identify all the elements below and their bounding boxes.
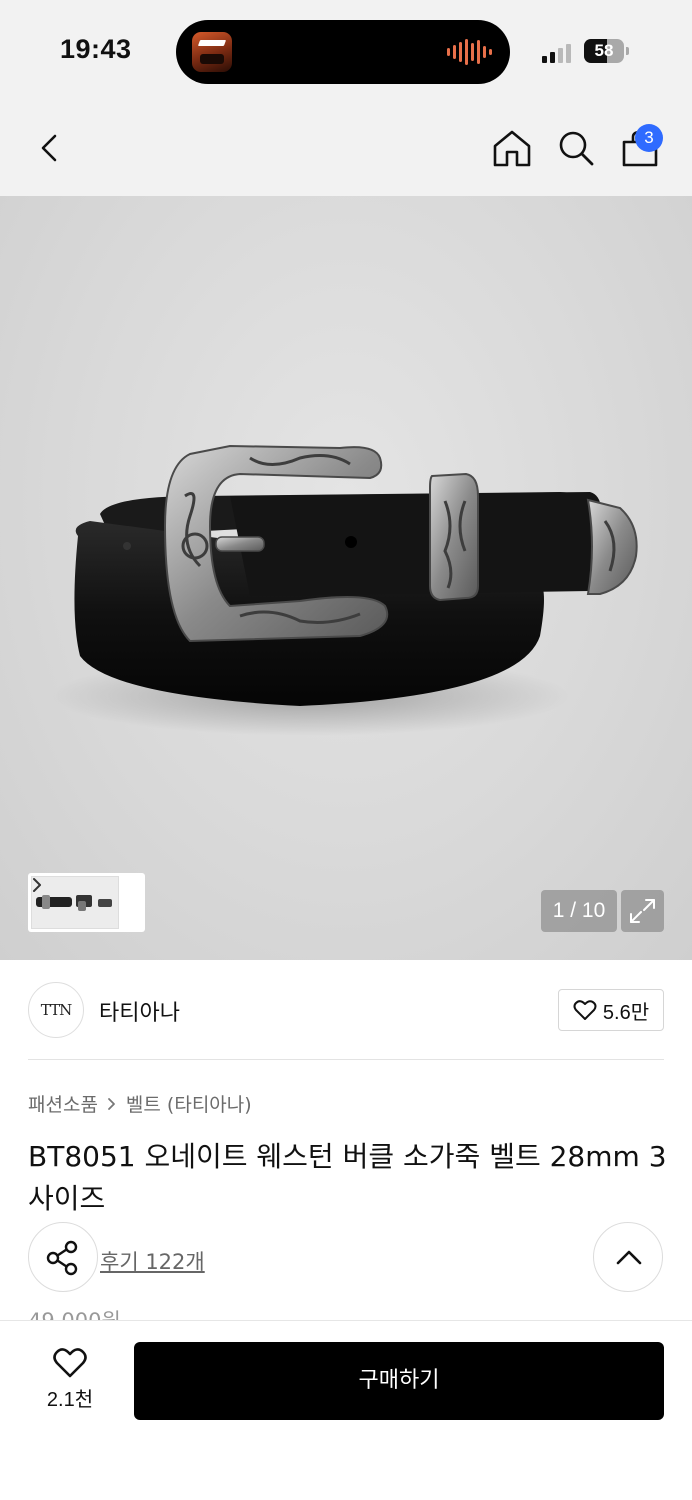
back-button[interactable]	[30, 128, 70, 168]
heart-outline-icon	[573, 1000, 597, 1020]
brand-row[interactable]: TTN 타티아나 5.6만	[0, 960, 692, 1060]
cellular-signal-icon	[542, 44, 571, 63]
brand-like-count: 5.6만	[602, 1001, 650, 1024]
bottom-action-bar: 2.1천 구매하기	[0, 1320, 692, 1500]
dynamic-island[interactable]	[176, 20, 510, 84]
share-icon	[46, 1240, 78, 1276]
scroll-top-button[interactable]	[593, 1222, 663, 1292]
cart-badge: 3	[635, 124, 663, 152]
brand-name[interactable]: 타티아나	[99, 995, 180, 1027]
expand-icon	[630, 899, 655, 923]
chevron-up-icon	[616, 1250, 642, 1265]
status-time: 19:43	[60, 34, 132, 64]
image-page-counter: 1 / 10	[541, 890, 617, 932]
divider	[28, 1059, 664, 1060]
breadcrumb-category[interactable]: 패션소품	[28, 1090, 98, 1117]
chevron-left-icon	[41, 134, 57, 162]
status-bar: 19:43 58	[0, 0, 692, 100]
belt-illustration	[50, 444, 638, 736]
breadcrumb: 패션소품 벨트 (타티아나)	[28, 1090, 252, 1117]
brand-logo[interactable]: TTN	[28, 982, 84, 1038]
nav-bar	[0, 100, 692, 196]
review-link[interactable]: 후기 122개	[100, 1246, 205, 1276]
brand-like-button[interactable]: 5.6만	[558, 989, 664, 1031]
breadcrumb-subcategory[interactable]: 벨트 (타티아나)	[126, 1090, 252, 1117]
search-button[interactable]	[556, 128, 596, 168]
share-button[interactable]	[28, 1222, 98, 1292]
product-image[interactable]: 1 / 10	[0, 196, 692, 960]
product-price: 49,000원	[28, 1306, 121, 1320]
search-icon	[559, 131, 594, 166]
chevron-right-icon	[33, 878, 41, 892]
battery-percent: 58	[594, 41, 614, 60]
wishlist-count: 2.1천	[46, 1389, 94, 1411]
product-title: BT8051 오네이트 웨스턴 버클 소가죽 벨트 28mm 3사이즈	[28, 1140, 667, 1215]
home-icon	[493, 130, 531, 167]
expand-button[interactable]	[621, 890, 664, 932]
thumbnail-strip[interactable]	[28, 873, 145, 932]
f1-app-icon	[192, 32, 232, 72]
battery-icon: 58	[584, 39, 624, 63]
home-button[interactable]	[492, 128, 532, 168]
audio-waveform-icon	[447, 38, 492, 66]
heart-outline-icon	[53, 1348, 87, 1378]
wishlist-button[interactable]: 2.1천	[30, 1343, 110, 1419]
chevron-right-icon	[108, 1097, 115, 1110]
buy-button[interactable]: 구매하기	[134, 1342, 664, 1420]
battery-tip	[626, 47, 629, 55]
